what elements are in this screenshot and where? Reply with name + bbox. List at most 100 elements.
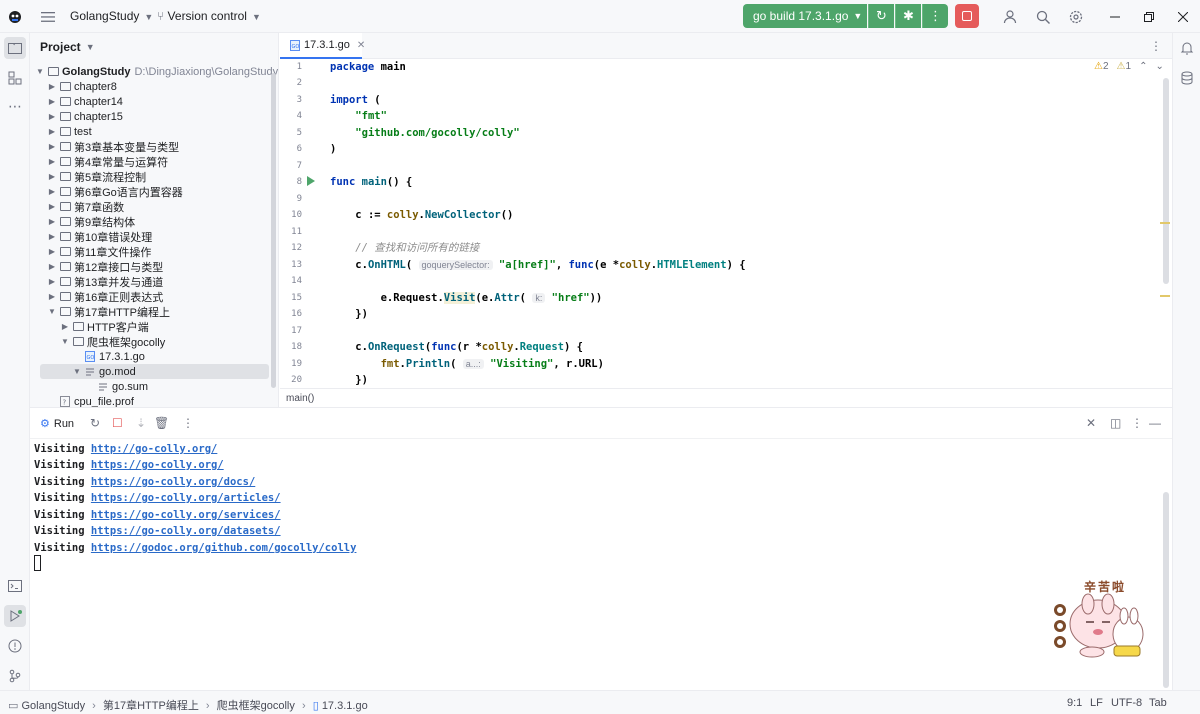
minimize-button[interactable]	[1104, 6, 1126, 28]
run-gutter-icon[interactable]	[307, 176, 315, 186]
console-link[interactable]: https://go-colly.org/datasets/	[91, 525, 281, 537]
tree-folder[interactable]: ▶ 第3章基本变量与类型	[30, 139, 278, 154]
warning-count: ⚠2	[1094, 61, 1109, 72]
tree-file[interactable]: ? cpu_file.prof	[30, 394, 278, 407]
tab-run[interactable]: ⚙ Run	[40, 417, 74, 431]
tree-file[interactable]: go.sum	[30, 379, 278, 394]
gear-icon[interactable]	[1065, 6, 1087, 28]
more-run-actions-button[interactable]: ⋮	[922, 4, 948, 28]
scroll-to-end-icon[interactable]: ⇣	[136, 416, 146, 430]
folder-icon	[73, 337, 84, 346]
project-scrollbar[interactable]	[271, 73, 276, 388]
folder-icon	[60, 292, 71, 301]
collapsed-arrow-icon: ▶	[48, 157, 56, 166]
tree-folder[interactable]: ▶ 第16章正则表达式	[30, 289, 278, 304]
status-bar: ▭ GolangStudy › 第17章HTTP编程上 › 爬虫框架gocoll…	[0, 690, 1200, 714]
warning-stripe[interactable]	[1160, 222, 1170, 224]
tree-folder[interactable]: ▶ chapter14	[30, 94, 278, 109]
structure-tool-icon[interactable]	[4, 67, 26, 89]
add-user-icon[interactable]	[1000, 6, 1022, 28]
rerun-icon[interactable]: ↻	[90, 416, 100, 430]
stop-button[interactable]	[955, 4, 979, 28]
console-link[interactable]: http://go-colly.org/	[91, 443, 217, 455]
run-tool-icon[interactable]	[4, 605, 26, 627]
caret-position[interactable]: 9:1	[1067, 697, 1082, 709]
notifications-icon[interactable]	[1176, 37, 1198, 59]
restore-button[interactable]	[1138, 6, 1160, 28]
tree-folder[interactable]: ▶ test	[30, 124, 278, 139]
project-panel-header[interactable]: Project ▼	[30, 33, 278, 61]
console-line: Visiting https://go-colly.org/services/	[34, 509, 281, 521]
more-tools-icon[interactable]: ⋯	[4, 95, 26, 117]
run-config-selector[interactable]: go build 17.3.1.go ▼	[743, 4, 867, 28]
console-link[interactable]: https://go-colly.org/docs/	[91, 476, 255, 488]
file-encoding[interactable]: UTF-8	[1111, 697, 1142, 709]
console-link[interactable]: https://go-colly.org/articles/	[91, 492, 281, 504]
editor-scrollbar[interactable]	[1163, 78, 1169, 284]
search-icon[interactable]	[1032, 6, 1054, 28]
warning-stripe[interactable]	[1160, 295, 1170, 297]
tree-folder[interactable]: ▶ 第11章文件操作	[30, 244, 278, 259]
folder-icon	[60, 97, 71, 106]
minimize-panel-icon[interactable]: —	[1149, 416, 1161, 430]
console-caret[interactable]	[34, 555, 41, 571]
more-vertical-icon[interactable]: ⋮	[182, 416, 194, 430]
close-button[interactable]	[1172, 6, 1194, 28]
editor-breadcrumb[interactable]: main()	[280, 388, 1172, 407]
tree-folder[interactable]: ▶ 第6章Go语言内置容器	[30, 184, 278, 199]
tree-folder[interactable]: ▶ 第5章流程控制	[30, 169, 278, 184]
tree-file-selected[interactable]: ▼ go.mod	[40, 364, 269, 379]
code-line-19: fmt.Println( a...: "Visiting", r.URL)	[380, 358, 604, 370]
tree-folder[interactable]: ▶ 第7章函数	[30, 199, 278, 214]
trash-icon[interactable]: 🗑	[154, 416, 169, 430]
hamburger-icon[interactable]	[37, 6, 59, 28]
project-tool-icon[interactable]	[4, 37, 26, 59]
tree-label: 第9章结构体	[74, 216, 136, 229]
console-scrollbar[interactable]	[1163, 492, 1169, 688]
tree-folder[interactable]: ▶ 第9章结构体	[30, 214, 278, 229]
debug-button[interactable]: ✱	[895, 4, 921, 28]
tree-folder[interactable]: ▶ 第10章错误处理	[30, 229, 278, 244]
chevron-down-icon: ▼	[853, 11, 863, 21]
terminal-tool-icon[interactable]	[4, 575, 26, 597]
line-number: 6	[296, 144, 302, 154]
tree-folder[interactable]: ▶ HTTP客户端	[30, 319, 278, 334]
console-link[interactable]: https://godoc.org/github.com/gocolly/col…	[91, 542, 357, 554]
chevron-up-icon[interactable]: ⌃	[1139, 61, 1147, 72]
tree-label: go.mod	[99, 365, 136, 378]
status-breadcrumb[interactable]: ▭ GolangStudy › 第17章HTTP编程上 › 爬虫框架gocoll…	[8, 697, 368, 713]
root-path: D:\DingJiaxiong\GolangStudy	[134, 65, 279, 78]
stop-icon[interactable]: ☐	[112, 416, 123, 430]
chevron-down-icon[interactable]: ⌄	[1155, 61, 1163, 72]
tree-label: chapter8	[74, 80, 117, 93]
vcs-menu[interactable]: ⑂ Version control ▼	[157, 9, 261, 23]
tab-17-3-1-go[interactable]: GO 17.3.1.go ✕	[280, 33, 365, 59]
tree-folder[interactable]: ▼ 爬虫框架gocolly	[30, 334, 278, 349]
line-number: 4	[296, 111, 302, 121]
tree-folder[interactable]: ▶ chapter15	[30, 109, 278, 124]
project-switcher[interactable]: GolangStudy ▼	[70, 9, 153, 23]
tree-folder[interactable]: ▶ chapter8	[30, 79, 278, 94]
tree-folder[interactable]: ▼ 第17章HTTP编程上	[30, 304, 278, 319]
close-icon[interactable]: ✕	[1086, 416, 1096, 430]
console-link[interactable]: https://go-colly.org/	[91, 459, 224, 471]
database-icon[interactable]	[1176, 67, 1198, 89]
indent-setting[interactable]: Tab	[1149, 697, 1167, 709]
tree-label: 第6章Go语言内置容器	[74, 186, 183, 199]
tree-folder[interactable]: ▶ 第4章常量与运算符	[30, 154, 278, 169]
tree-root[interactable]: ▼ GolangStudy D:\DingJiaxiong\GolangStud…	[30, 64, 279, 79]
git-tool-icon[interactable]	[4, 665, 26, 687]
layout-icon[interactable]: ◫	[1110, 416, 1121, 430]
code-editor[interactable]: package main import ( "fmt" "github.com/…	[328, 59, 1162, 388]
tree-folder[interactable]: ▶ 第12章接口与类型	[30, 259, 278, 274]
problems-tool-icon[interactable]	[4, 635, 26, 657]
more-vertical-icon[interactable]: ⋮	[1131, 416, 1143, 430]
inspection-widget[interactable]: ⚠2 ⚠1 ⌃ ⌄	[1094, 61, 1164, 72]
line-separator[interactable]: LF	[1090, 697, 1103, 709]
tree-file[interactable]: GO 17.3.1.go	[30, 349, 278, 364]
tab-options-icon[interactable]: ⋮	[1150, 39, 1162, 53]
tree-folder[interactable]: ▶ 第13章并发与通道	[30, 274, 278, 289]
console-link[interactable]: https://go-colly.org/services/	[91, 509, 281, 521]
rerun-button[interactable]: ↻	[868, 4, 894, 28]
close-tab-icon[interactable]: ✕	[357, 40, 365, 51]
